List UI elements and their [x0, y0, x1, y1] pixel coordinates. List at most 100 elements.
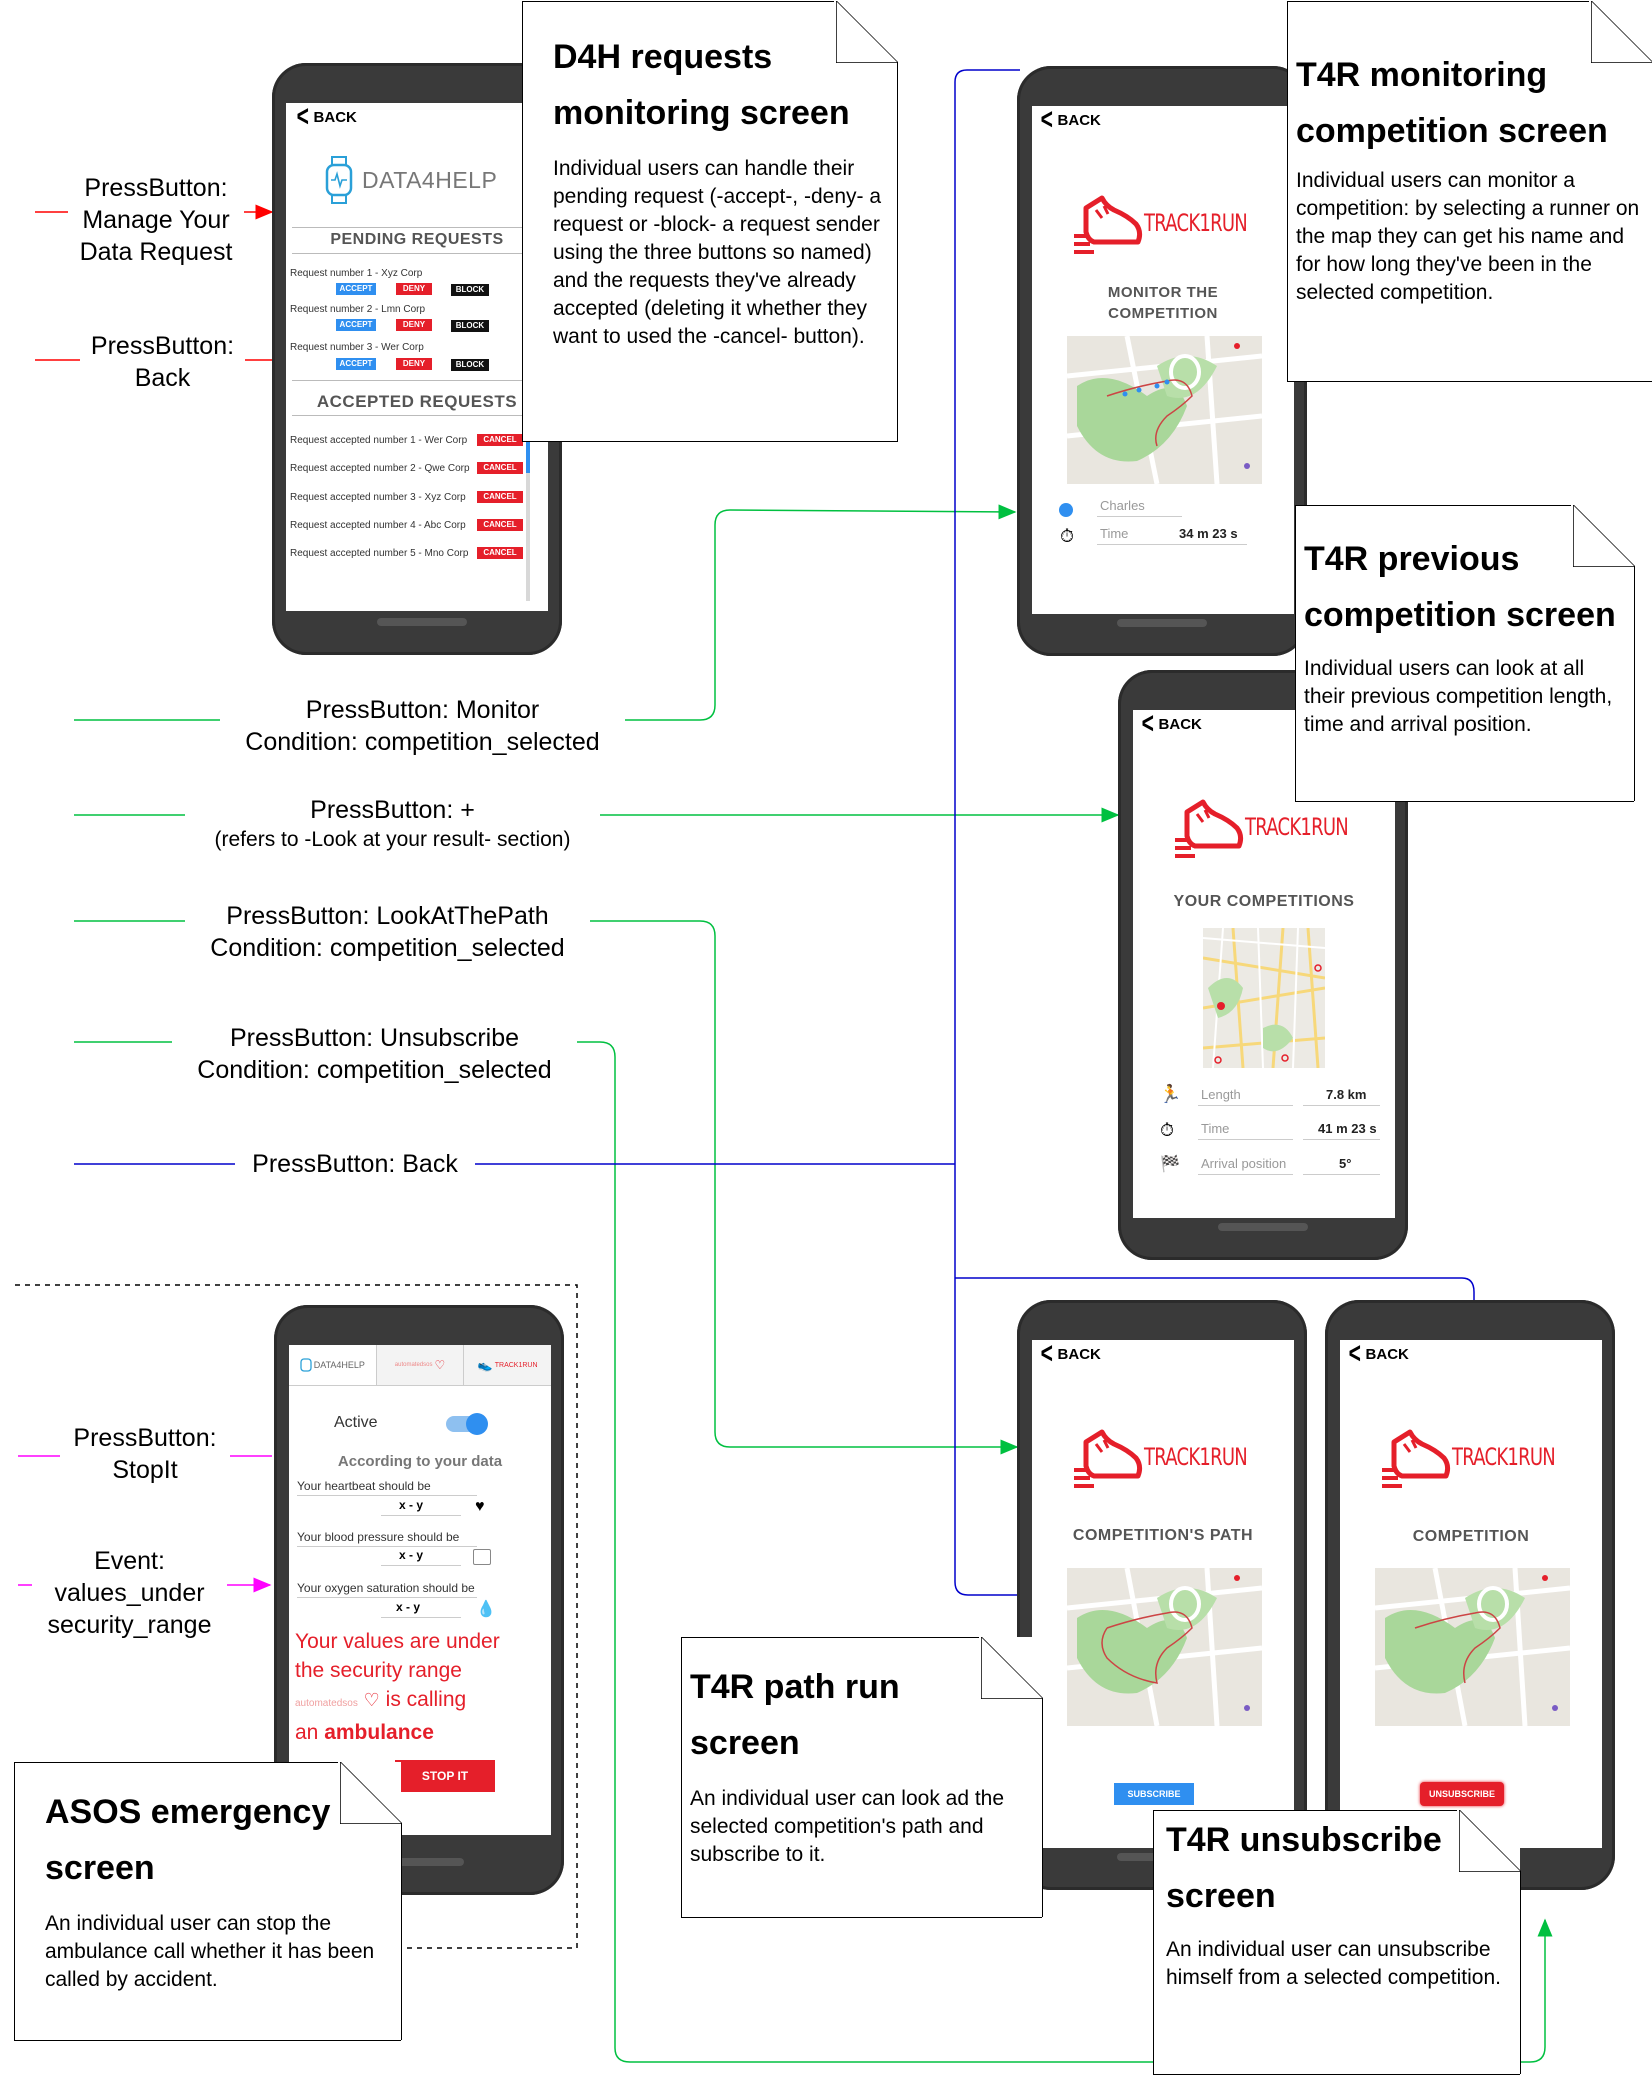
note-title: D4H requests: [553, 38, 773, 76]
divider: [297, 1597, 477, 1598]
accepted-row-label: Request accepted number 2 - Qwe Corp: [290, 463, 470, 474]
runner-icon: 🏃: [1159, 1084, 1182, 1104]
cancel-button[interactable]: CANCEL: [477, 519, 523, 531]
back-label: BACK: [1365, 1345, 1409, 1363]
stop-it-button[interactable]: STOP IT: [395, 1760, 495, 1792]
heart-icon: ♥: [475, 1498, 485, 1515]
divider: [381, 1515, 461, 1516]
chevron-left-icon: <: [1040, 1340, 1053, 1370]
label-plus-line2: (refers to -Look at your result- section…: [214, 828, 571, 851]
label-manage: PressButton: Manage Your Data Request: [68, 172, 244, 268]
accept-button[interactable]: ACCEPT: [336, 319, 376, 331]
competitions-map[interactable]: [1203, 928, 1325, 1068]
label-lookpath: PressButton: LookAtThePath Condition: co…: [185, 900, 590, 964]
note-t4r-monitoring: T4R monitoring competition screen Indivi…: [1287, 1, 1652, 382]
note-border: [681, 1637, 979, 1638]
title-line: MONITOR THE: [1107, 284, 1219, 301]
note-title: T4R path run: [690, 1668, 900, 1706]
competition-map[interactable]: [1375, 1568, 1570, 1726]
cancel-button[interactable]: CANCEL: [477, 491, 523, 503]
note-body: An individual user can look ad the selec…: [690, 1787, 1005, 1866]
runner-name: Charles: [1100, 498, 1145, 513]
competition-map[interactable]: [1067, 336, 1262, 484]
note-body: Individual users can look at all their p…: [1304, 657, 1613, 736]
tab-data4help[interactable]: DATA4HELP: [289, 1345, 377, 1385]
cancel-button[interactable]: CANCEL: [477, 547, 523, 559]
track4run-logo: TRACK1RUN: [1072, 190, 1281, 256]
note-t4r-previous: T4R previous competition screen Individu…: [1295, 505, 1635, 802]
running-shoe-icon: [1382, 1429, 1451, 1488]
back-button[interactable]: < BACK: [1038, 106, 1101, 136]
tab-automatedsos[interactable]: automatedsos ♡: [376, 1345, 465, 1385]
note-border: [14, 1762, 338, 1763]
stopwatch-icon: ⏱: [1160, 1120, 1175, 1140]
note-border: [1520, 1871, 1521, 2074]
deny-button[interactable]: DENY: [396, 283, 432, 295]
logo-text: DATA4HELP: [362, 166, 498, 193]
path-map[interactable]: [1067, 1568, 1262, 1726]
divider: [381, 1565, 461, 1566]
accept-button[interactable]: ACCEPT: [336, 283, 376, 295]
note-title: monitoring screen: [553, 94, 850, 132]
back-button[interactable]: < BACK: [1038, 1340, 1101, 1370]
back-button[interactable]: < BACK: [1139, 710, 1202, 739]
note-title: T4R unsubscribe: [1166, 1821, 1442, 1859]
logo-text: TRACK1RUN: [1144, 1443, 1248, 1471]
screen-unsubscribe: < BACK TRACK1RUN COMPETITION UNSUBSCRIBE: [1340, 1340, 1602, 1848]
divider: [1303, 1105, 1380, 1106]
runner-dot-icon[interactable]: [1059, 503, 1073, 517]
title-line: COMPETITION: [1108, 305, 1218, 322]
note-t4r-unsubscribe: T4R unsubscribe screen An individual use…: [1153, 1810, 1521, 2075]
note-border: [1153, 1810, 1457, 1811]
phone-speaker: [1218, 1223, 1308, 1231]
label-plus-line1: PressButton: +: [310, 796, 475, 824]
tab-label: automatedsos: [394, 1362, 433, 1368]
blood-pressure-icon: [473, 1549, 491, 1565]
block-button[interactable]: BLOCK: [451, 359, 489, 371]
note-content: D4H requests monitoring screen Individua…: [553, 29, 883, 351]
cancel-button[interactable]: CANCEL: [477, 434, 523, 446]
label-unsubscribe: PressButton: Unsubscribe Condition: comp…: [172, 1022, 577, 1086]
subscribe-button[interactable]: SUBSCRIBE: [1114, 1783, 1194, 1805]
accept-button[interactable]: ACCEPT: [336, 358, 376, 370]
unsubscribe-button[interactable]: UNSUBSCRIBE: [1420, 1782, 1504, 1806]
note-title: screen: [690, 1724, 800, 1762]
note-border: [1287, 1, 1589, 2]
oxygen-range: x - y: [396, 1600, 421, 1614]
note-border: [522, 1, 834, 2]
screen-path: < BACK TRACK1RUN COMPETITION'S PATH SUBSC…: [1032, 1340, 1294, 1848]
note-border: [1042, 1698, 1043, 1917]
back-label: BACK: [1057, 1345, 1101, 1363]
active-toggle[interactable]: [446, 1413, 488, 1435]
pending-title: PENDING REQUESTS: [330, 231, 504, 248]
accepted-row-label: Request accepted number 1 - Wer Corp: [290, 435, 468, 446]
heart-plus-icon: ♡: [363, 1690, 380, 1710]
back-button[interactable]: < BACK: [294, 103, 357, 133]
map-graphic: [1067, 336, 1262, 484]
label-event: Event: values_under security_range: [32, 1545, 227, 1641]
block-button[interactable]: BLOCK: [451, 320, 489, 332]
deny-button[interactable]: DENY: [396, 358, 432, 370]
note-title: ASOS emergency: [45, 1793, 331, 1831]
stopwatch-icon: ⏱: [1060, 526, 1075, 546]
cancel-button[interactable]: CANCEL: [477, 462, 523, 474]
running-shoe-icon: 👟: [477, 1358, 493, 1372]
heart-plus-icon: ♡: [434, 1358, 446, 1372]
heartbeat-label: Your heartbeat should be: [297, 1479, 431, 1493]
pressure-label: Your blood pressure should be: [297, 1530, 460, 1544]
deny-button[interactable]: DENY: [396, 319, 432, 331]
block-button[interactable]: BLOCK: [451, 284, 489, 296]
alert-brand: automatedsos: [295, 1698, 358, 1709]
divider: [297, 1495, 477, 1496]
previous-title: YOUR COMPETITIONS: [1173, 893, 1355, 910]
chevron-left-icon: <: [296, 103, 309, 133]
tab-track4run[interactable]: 👟 TRACK1RUN: [464, 1345, 551, 1385]
chevron-left-icon: <: [1040, 106, 1053, 136]
time-value: 34 m 23 s: [1179, 526, 1238, 541]
divider: [292, 380, 542, 381]
heartbeat-range: x - y: [399, 1498, 424, 1512]
note-border: [1295, 505, 1571, 506]
map-graphic: [1203, 928, 1325, 1068]
note-title: screen: [45, 1849, 155, 1887]
back-button[interactable]: < BACK: [1346, 1340, 1409, 1369]
